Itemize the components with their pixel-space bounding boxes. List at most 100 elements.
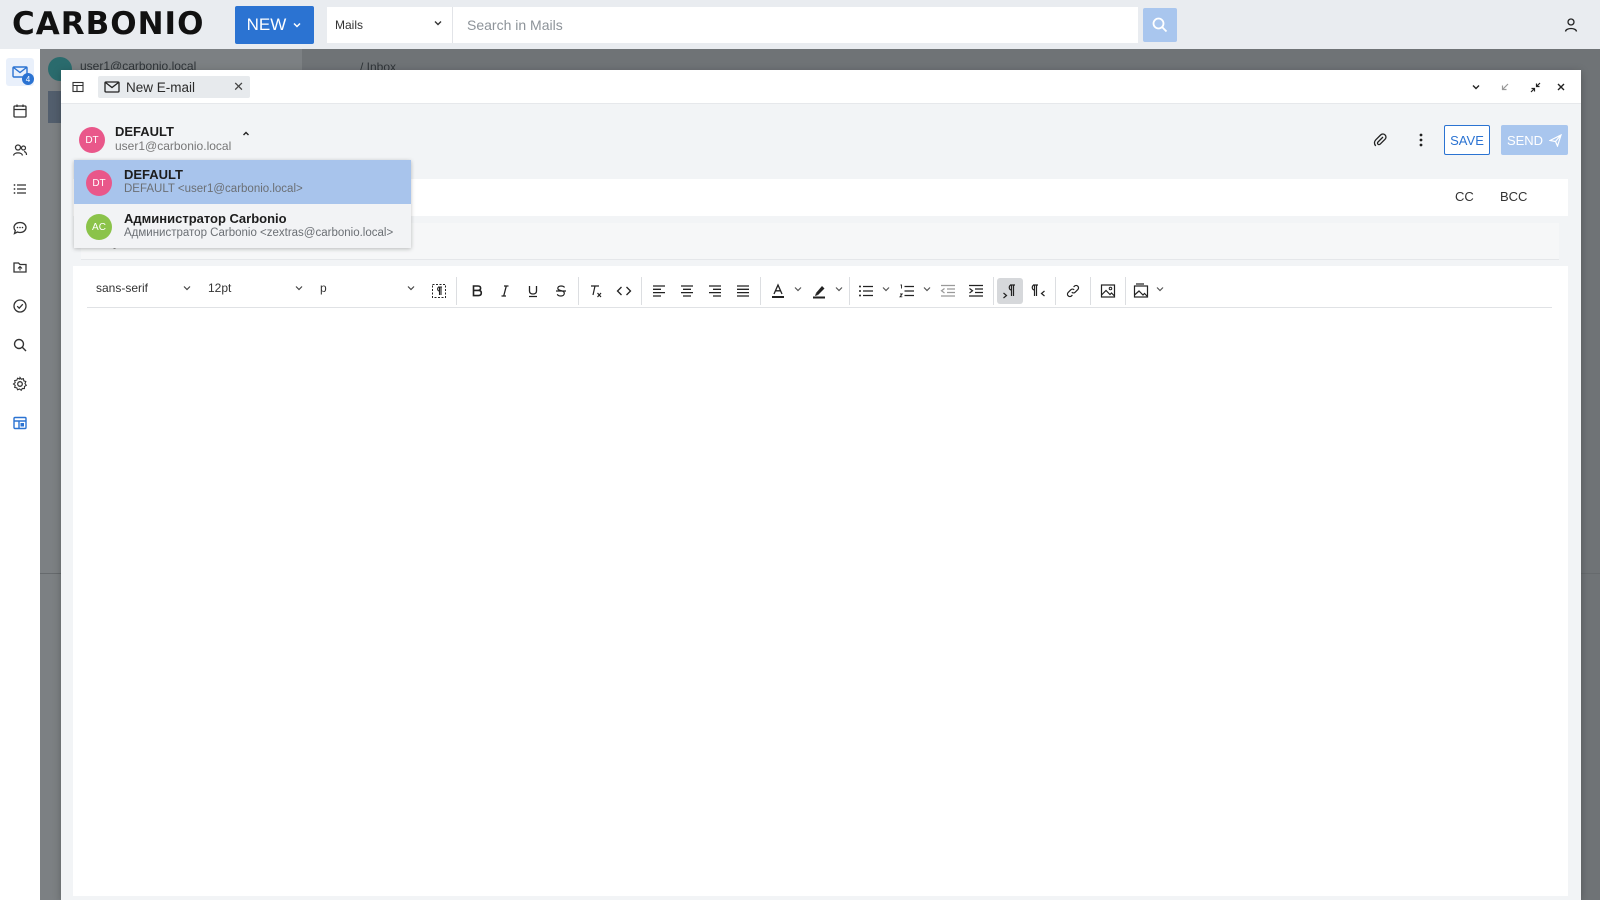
attach-button[interactable] bbox=[1366, 126, 1394, 154]
more-options-button[interactable] bbox=[1407, 126, 1435, 154]
board-header: New E-mail ✕ bbox=[61, 70, 1581, 104]
chevron-down-icon bbox=[292, 20, 302, 30]
font-family-select[interactable]: sans-serif bbox=[96, 281, 196, 301]
rail-item-chats[interactable] bbox=[6, 214, 34, 242]
identity-name: Администратор Carbonio bbox=[124, 211, 287, 226]
chevron-down-icon[interactable] bbox=[922, 284, 932, 294]
block-format-select[interactable]: p bbox=[320, 281, 420, 301]
link-icon bbox=[1065, 283, 1081, 299]
close-board-button[interactable] bbox=[1552, 78, 1570, 96]
bullet-list-button[interactable] bbox=[853, 278, 879, 304]
highlight-color-button[interactable] bbox=[806, 278, 832, 304]
chevron-down-icon[interactable] bbox=[881, 284, 891, 294]
mail-icon bbox=[104, 80, 120, 94]
indent-button[interactable] bbox=[963, 278, 989, 304]
font-size-select[interactable]: 12pt bbox=[208, 281, 308, 301]
cc-toggle[interactable]: CC bbox=[1455, 189, 1474, 204]
rail-item-mail[interactable]: 4 bbox=[6, 58, 34, 86]
arrow-down-left-icon bbox=[1500, 82, 1510, 92]
code-button[interactable] bbox=[611, 278, 637, 304]
clear-formatting-icon bbox=[588, 283, 604, 299]
new-button[interactable]: NEW bbox=[235, 6, 314, 44]
rtl-icon bbox=[1030, 283, 1046, 299]
search-input[interactable] bbox=[452, 7, 1138, 43]
expand-board-button[interactable] bbox=[1526, 78, 1544, 96]
underline-button[interactable] bbox=[520, 278, 546, 304]
identity-detail: DEFAULT <user1@carbonio.local> bbox=[124, 183, 303, 195]
rtl-direction-button[interactable] bbox=[1025, 278, 1051, 304]
highlighter-icon bbox=[811, 283, 827, 299]
rail-item-settings[interactable] bbox=[6, 370, 34, 398]
outdent-button[interactable] bbox=[935, 278, 961, 304]
rail-item-board[interactable] bbox=[6, 409, 34, 437]
gear-icon bbox=[12, 376, 28, 392]
identity-option-default[interactable]: DT DEFAULT DEFAULT <user1@carbonio.local… bbox=[74, 160, 411, 204]
rail-item-tasks-list[interactable] bbox=[6, 175, 34, 203]
align-justify-button[interactable] bbox=[730, 278, 756, 304]
inline-image-button[interactable] bbox=[1129, 278, 1155, 304]
send-label: SEND bbox=[1506, 132, 1544, 148]
chevron-down-icon[interactable] bbox=[834, 284, 844, 294]
chevron-down-icon[interactable] bbox=[1155, 284, 1165, 294]
rail-item-files[interactable] bbox=[6, 253, 34, 281]
chat-icon bbox=[12, 220, 28, 236]
search-button[interactable] bbox=[1143, 8, 1177, 42]
font-family-value: sans-serif bbox=[96, 281, 149, 295]
minimize-board-button[interactable] bbox=[1496, 78, 1514, 96]
search-icon bbox=[1151, 16, 1169, 34]
font-size-value: 12pt bbox=[208, 281, 232, 295]
ltr-direction-button[interactable] bbox=[997, 278, 1023, 304]
outdent-icon bbox=[940, 284, 956, 298]
rail-item-tasks[interactable] bbox=[6, 292, 34, 320]
align-left-button[interactable] bbox=[646, 278, 672, 304]
clear-formatting-button[interactable] bbox=[583, 278, 609, 304]
chevron-down-icon[interactable] bbox=[793, 284, 803, 294]
tab-new-email[interactable]: New E-mail ✕ bbox=[98, 76, 250, 98]
insert-image-button[interactable] bbox=[1095, 278, 1121, 304]
send-button[interactable]: SEND bbox=[1501, 125, 1568, 155]
module-select-value: Mails bbox=[335, 18, 364, 32]
text-color-button[interactable] bbox=[765, 278, 791, 304]
editor-area: sans-serif 12pt p bbox=[73, 266, 1568, 896]
editor-toolbar: sans-serif 12pt p bbox=[87, 274, 1552, 308]
tab-label: New E-mail bbox=[126, 79, 196, 95]
align-center-button[interactable] bbox=[674, 278, 700, 304]
strikethrough-icon bbox=[554, 284, 568, 298]
bullet-list-icon bbox=[858, 284, 874, 298]
insert-link-button[interactable] bbox=[1060, 278, 1086, 304]
ltr-icon bbox=[1002, 283, 1018, 299]
identity-detail: Администратор Carbonio <zextras@carbonio… bbox=[124, 227, 394, 239]
toolbar-separator bbox=[849, 277, 850, 305]
toolbar-separator bbox=[1125, 277, 1126, 305]
board-icon bbox=[12, 415, 28, 431]
user-account-button[interactable] bbox=[1558, 12, 1584, 38]
toolbar-separator bbox=[760, 277, 761, 305]
board-toggle-button[interactable] bbox=[69, 78, 87, 96]
strikethrough-button[interactable] bbox=[548, 278, 574, 304]
module-select[interactable]: Mails bbox=[327, 7, 452, 43]
toolbar-separator bbox=[1055, 277, 1056, 305]
block-format-value: p bbox=[320, 281, 327, 295]
chevron-down-icon bbox=[294, 283, 304, 293]
rail-item-contacts[interactable] bbox=[6, 136, 34, 164]
rail-item-calendar[interactable] bbox=[6, 97, 34, 125]
message-body-editor[interactable] bbox=[87, 316, 1552, 886]
show-blocks-button[interactable] bbox=[426, 278, 452, 304]
avatar: DT bbox=[86, 170, 112, 196]
code-icon bbox=[616, 284, 632, 298]
close-icon[interactable]: ✕ bbox=[233, 79, 244, 95]
rail-item-search[interactable] bbox=[6, 331, 34, 359]
identity-option-administrator[interactable]: AC Администратор Carbonio Администратор … bbox=[74, 204, 411, 248]
italic-button[interactable] bbox=[492, 278, 518, 304]
bold-button[interactable] bbox=[464, 278, 490, 304]
chevron-down-icon bbox=[182, 283, 192, 293]
collapse-board-button[interactable] bbox=[1467, 78, 1485, 96]
from-email: user1@carbonio.local bbox=[115, 139, 232, 153]
bcc-toggle[interactable]: BCC bbox=[1500, 189, 1527, 204]
align-justify-icon bbox=[736, 284, 750, 298]
align-right-button[interactable] bbox=[702, 278, 728, 304]
numbered-list-button[interactable] bbox=[894, 278, 920, 304]
image-plus-icon bbox=[1133, 283, 1151, 299]
calendar-icon bbox=[12, 103, 28, 119]
save-button[interactable]: SAVE bbox=[1444, 125, 1490, 155]
